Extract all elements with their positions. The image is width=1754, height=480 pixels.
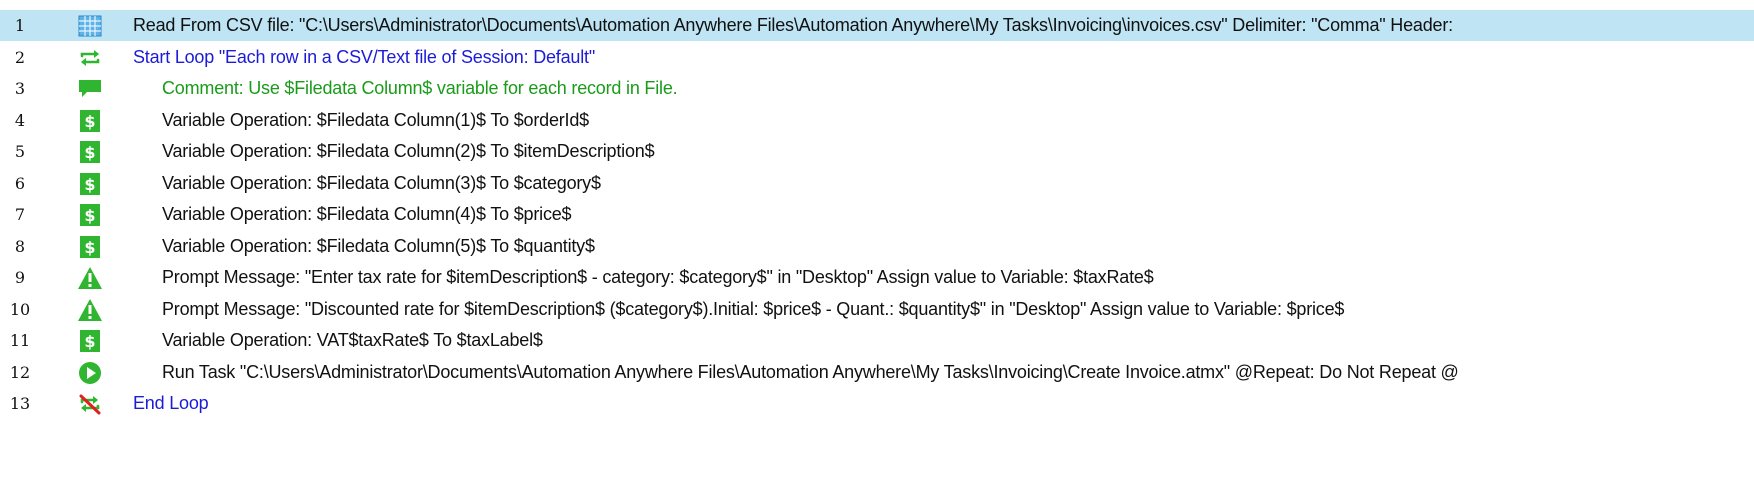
line-number: 8 (14, 237, 26, 256)
command-text: Prompt Message: "Discounted rate for $it… (162, 299, 1345, 319)
prompt-warning-icon (77, 297, 103, 323)
command-text: Prompt Message: "Enter tax rate for $ite… (162, 267, 1154, 287)
line-number: 7 (14, 205, 26, 224)
command-text: Read From CSV file: "C:\Users\Administra… (133, 15, 1453, 35)
task-line[interactable]: 6 $ Variable Operation: $Filedata Column(3… (0, 168, 1754, 199)
command-text: Variable Operation: $Filedata Column(4)$… (162, 204, 572, 224)
line-number: 3 (14, 79, 26, 98)
svg-text:$: $ (84, 238, 95, 257)
task-line[interactable]: 4 $ Variable Operation: $Filedata Column(1… (0, 105, 1754, 136)
line-number: 6 (14, 174, 26, 193)
command-text: Variable Operation: VAT$taxRate$ To $tax… (162, 330, 543, 350)
run-task-play-icon (77, 360, 103, 386)
command-text: Run Task "C:\Users\Administrator\Documen… (162, 362, 1459, 382)
task-line[interactable]: 3 Comment: Use $Filedata Column$ variable… (0, 73, 1754, 104)
svg-text:$: $ (84, 143, 95, 162)
variable-dollar-icon: $ (77, 108, 103, 134)
loop-icon (77, 45, 103, 71)
task-line[interactable]: 11 $ Variable Operation: VAT$taxRate$ To $… (0, 325, 1754, 356)
task-line[interactable]: 1 Read From CSV file: "C:\Users\Administr… (0, 10, 1754, 41)
command-text: Start Loop "Each row in a CSV/Text file … (133, 47, 596, 67)
task-line[interactable]: 8 $ Variable Operation: $Filedata Column(5… (0, 231, 1754, 262)
line-number: 9 (14, 268, 26, 287)
csv-grid-icon (77, 13, 103, 39)
command-text: Variable Operation: $Filedata Column(3)$… (162, 173, 601, 193)
svg-text:$: $ (84, 332, 95, 351)
line-number: 11 (9, 331, 31, 350)
task-line[interactable]: 12 Run Task "C:\Users\Administrator\Docum… (0, 357, 1754, 388)
svg-text:$: $ (84, 175, 95, 194)
line-number: 4 (14, 111, 26, 130)
command-text: End Loop (133, 393, 209, 413)
end-loop-icon (77, 391, 103, 417)
task-line[interactable]: 7 $ Variable Operation: $Filedata Column(4… (0, 199, 1754, 230)
variable-dollar-icon: $ (77, 328, 103, 354)
variable-dollar-icon: $ (77, 139, 103, 165)
line-number: 5 (14, 142, 26, 161)
line-number: 13 (9, 394, 31, 413)
prompt-warning-icon (77, 265, 103, 291)
task-line[interactable]: 10 Prompt Message: "Discounted rate for $… (0, 294, 1754, 325)
task-line[interactable]: 2 Start Loop "Each row in a CSV/Text file… (0, 42, 1754, 73)
variable-dollar-icon: $ (77, 234, 103, 260)
variable-dollar-icon: $ (77, 202, 103, 228)
line-number: 1 (14, 16, 26, 35)
svg-text:$: $ (84, 112, 95, 131)
line-number: 12 (9, 363, 31, 382)
command-text: Comment: Use $Filedata Column$ variable … (162, 78, 678, 98)
comment-icon (77, 76, 103, 102)
command-text: Variable Operation: $Filedata Column(2)$… (162, 141, 655, 161)
task-editor: 1 Read From CSV file: "C:\Users\Administr… (0, 0, 1754, 480)
command-text: Variable Operation: $Filedata Column(5)$… (162, 236, 595, 256)
task-line[interactable]: 5 $ Variable Operation: $Filedata Column(2… (0, 136, 1754, 167)
task-line[interactable]: 13 End Loop (0, 388, 1754, 419)
svg-text:$: $ (84, 206, 95, 225)
command-text: Variable Operation: $Filedata Column(1)$… (162, 110, 589, 130)
task-line[interactable]: 9 Prompt Message: "Enter tax rate for $it… (0, 262, 1754, 293)
line-number: 10 (9, 300, 31, 319)
variable-dollar-icon: $ (77, 171, 103, 197)
line-number: 2 (14, 48, 26, 67)
